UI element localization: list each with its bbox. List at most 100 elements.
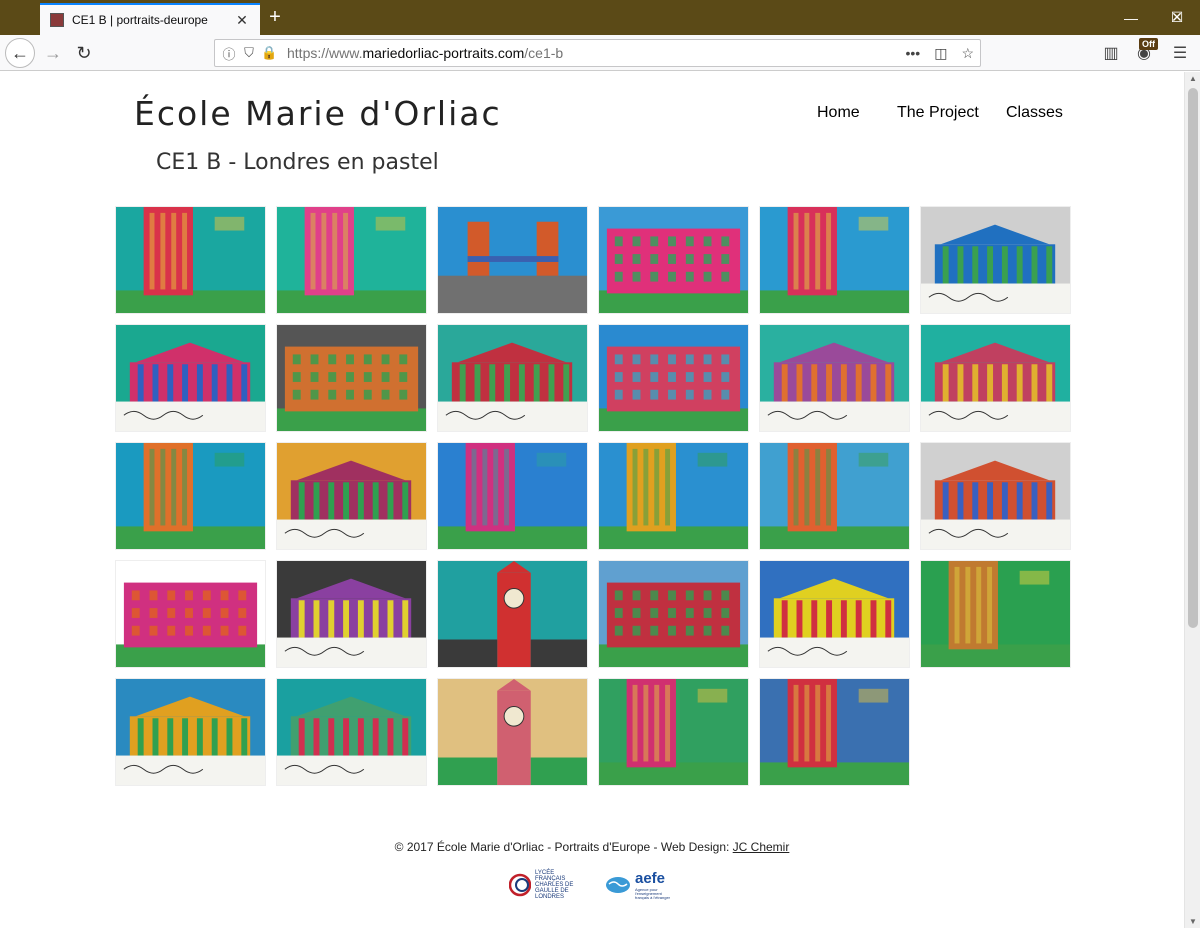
artwork-image [438, 561, 587, 667]
footer: © 2017 École Marie d'Orliac - Portraits … [0, 840, 1184, 854]
artwork-image [438, 325, 587, 431]
minimize-icon[interactable]: — [1108, 0, 1154, 35]
nav-home[interactable]: Home [817, 104, 860, 122]
artwork-image [760, 561, 909, 667]
lycee-logo-text: LYCÉE FRANÇAIS CHARLES DE GAULLE DE LOND… [535, 870, 574, 900]
site-favicon-icon [50, 13, 64, 27]
gallery-thumbnail[interactable] [276, 324, 427, 432]
aefe-logo-subtext: Agence pour l'enseignement français à l'… [635, 887, 671, 900]
gallery-thumbnail[interactable] [920, 560, 1071, 668]
close-tab-icon[interactable]: ✕ [234, 12, 250, 29]
scrollbar[interactable]: ▲ ▼ [1184, 72, 1200, 928]
gallery-thumbnail[interactable] [759, 206, 910, 314]
gallery-thumbnail[interactable] [115, 442, 266, 550]
new-tab-icon[interactable]: + [264, 6, 286, 28]
artwork-image [599, 207, 748, 313]
artwork-image [921, 325, 1070, 431]
page-actions-icon[interactable]: ••• [905, 45, 920, 62]
artwork-image [438, 443, 587, 549]
artwork-image [277, 679, 426, 785]
gallery-thumbnail[interactable] [115, 206, 266, 314]
lycee-emblem-icon [509, 873, 531, 897]
gallery-thumbnail[interactable] [920, 442, 1071, 550]
gallery-thumbnail[interactable] [437, 206, 588, 314]
gallery-thumbnail[interactable] [920, 206, 1071, 314]
tracking-shield-icon[interactable]: ⛉ [241, 45, 257, 61]
footer-text: © 2017 École Marie d'Orliac - Portraits … [394, 840, 733, 854]
artwork-image [760, 443, 909, 549]
gallery-thumbnail[interactable] [437, 442, 588, 550]
artwork-image [116, 443, 265, 549]
artwork-image [921, 207, 1070, 313]
partner-logos: LYCÉE FRANÇAIS CHARLES DE GAULLE DE LOND… [0, 870, 1184, 900]
artwork-image [760, 207, 909, 313]
lock-icon[interactable]: 🔒 [261, 45, 277, 61]
artwork-image [277, 561, 426, 667]
gallery-thumbnail[interactable] [437, 560, 588, 668]
nav-classes[interactable]: Classes [1006, 104, 1063, 122]
url-text[interactable]: https://www.mariedorliac-portraits.com/c… [287, 45, 905, 61]
artwork-image [116, 325, 265, 431]
artwork-image [116, 207, 265, 313]
scroll-down-icon[interactable]: ▼ [1185, 917, 1200, 926]
tab-title: CE1 B | portraits-deurope [72, 13, 208, 27]
artwork-image [116, 561, 265, 667]
gallery-thumbnail[interactable] [759, 442, 910, 550]
globe-icon [606, 877, 630, 893]
lycee-logo[interactable]: LYCÉE FRANÇAIS CHARLES DE GAULLE DE LOND… [509, 870, 579, 900]
gallery-thumbnail[interactable] [276, 678, 427, 786]
gallery-thumbnail[interactable] [437, 678, 588, 786]
aefe-logo-text: aefe [635, 870, 666, 887]
footer-designer-link[interactable]: JC Chemir [733, 840, 790, 854]
gallery-thumbnail[interactable] [276, 560, 427, 668]
gallery-thumbnail[interactable] [598, 206, 749, 314]
artwork-image [277, 443, 426, 549]
artwork-image [760, 679, 909, 785]
artwork-image [116, 679, 265, 785]
artwork-image [599, 325, 748, 431]
sidebar-icon[interactable]: ▥ [1101, 43, 1121, 63]
menu-icon[interactable]: ☰ [1170, 43, 1190, 63]
gallery-thumbnail[interactable] [759, 324, 910, 432]
scrollbar-thumb[interactable] [1188, 88, 1198, 628]
gallery-thumbnail[interactable] [598, 324, 749, 432]
artwork-image [438, 679, 587, 785]
info-icon[interactable]: ⓘ [221, 44, 237, 63]
artwork-image [438, 207, 587, 313]
browser-tab[interactable]: CE1 B | portraits-deurope ✕ [40, 3, 260, 35]
site-title[interactable]: École Marie d'Orliac [134, 94, 502, 133]
artwork-image [921, 561, 1070, 667]
page-viewport: École Marie d'Orliac Home The Project Cl… [0, 72, 1184, 928]
scroll-up-icon[interactable]: ▲ [1185, 74, 1200, 83]
back-icon[interactable]: ← [5, 38, 35, 68]
reload-icon[interactable]: ↻ [69, 38, 99, 68]
bookmark-star-icon[interactable]: ☆ [961, 45, 974, 62]
page-title: CE1 B - Londres en pastel [156, 150, 439, 175]
gallery-thumbnail[interactable] [437, 324, 588, 432]
browser-navbar: ← → ↻ ⓘ ⛉ 🔒 https://www.mariedorliac-por… [0, 35, 1200, 71]
gallery-thumbnail[interactable] [115, 324, 266, 432]
gallery-thumbnail[interactable] [759, 678, 910, 786]
url-bar[interactable]: ⓘ ⛉ 🔒 https://www.mariedorliac-portraits… [214, 39, 981, 67]
aefe-logo[interactable]: aefe Agence pour l'enseignement français… [605, 870, 675, 900]
pocket-icon[interactable]: ◫ [934, 45, 947, 62]
gallery-thumbnail[interactable] [920, 324, 1071, 432]
gallery-thumbnail[interactable] [276, 206, 427, 314]
artwork-image [760, 325, 909, 431]
gallery-thumbnail[interactable] [598, 442, 749, 550]
gallery-thumbnail[interactable] [598, 560, 749, 668]
browser-titlebar: CE1 B | portraits-deurope ✕ + — ☐ [0, 0, 1200, 35]
nav-the-project[interactable]: The Project [897, 104, 979, 122]
gallery-thumbnail[interactable] [115, 560, 266, 668]
gallery-thumbnail[interactable] [598, 678, 749, 786]
artwork-image [599, 679, 748, 785]
gallery-thumbnail[interactable] [276, 442, 427, 550]
extension-off-badge: Off [1139, 38, 1158, 50]
artwork-image [921, 443, 1070, 549]
close-window-icon[interactable]: ✕ [1154, 0, 1200, 35]
forward-icon[interactable]: → [38, 38, 68, 68]
gallery-thumbnail[interactable] [759, 560, 910, 668]
artwork-image [599, 443, 748, 549]
artwork-image [277, 325, 426, 431]
gallery-thumbnail[interactable] [115, 678, 266, 786]
